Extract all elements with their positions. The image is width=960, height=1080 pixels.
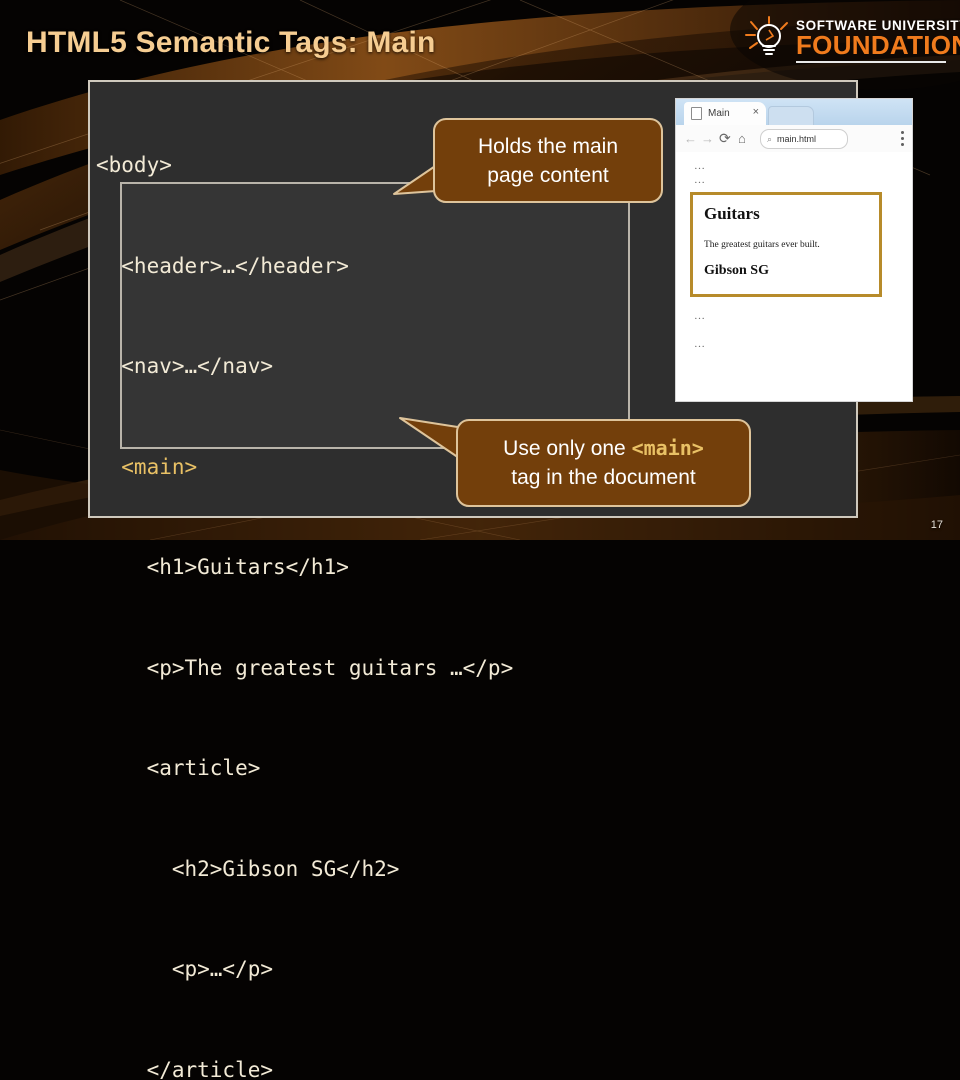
code-line: <h1>Guitars</h1> <box>96 551 856 585</box>
home-icon[interactable]: ⌂ <box>738 131 746 146</box>
code-line: <p>…</p> <box>96 953 856 987</box>
browser-tab-strip: Main × <box>676 99 912 125</box>
document-icon <box>691 107 702 120</box>
browser-window-mockup: Main × ← → ⟳ ⌂ ⌕ main.html … … Guitars T… <box>676 99 912 401</box>
browser-toolbar: ← → ⟳ ⌂ ⌕ main.html <box>676 125 912 153</box>
callout-main-purpose-line1: Holds the main <box>478 135 618 158</box>
callout-main-purpose-line2: page content <box>487 164 608 187</box>
browser-viewport: … … Guitars The greatest guitars ever bu… <box>676 152 912 401</box>
callout-main-purpose: Holds the main page content <box>433 118 663 203</box>
rendered-paragraph: The greatest guitars ever built. <box>704 240 820 250</box>
callout-main-single-code: <main> <box>632 436 704 460</box>
browser-new-tab[interactable] <box>768 106 814 125</box>
callout-main-single-line2: tag in the document <box>511 466 695 489</box>
code-line: <h2>Gibson SG</h2> <box>96 853 856 887</box>
placeholder-dots: … <box>694 174 706 186</box>
address-bar-value: main.html <box>777 134 816 144</box>
browser-tab-main[interactable]: Main × <box>684 102 766 125</box>
three-dot-menu-icon[interactable] <box>901 131 904 146</box>
code-line: <p>The greatest guitars …</p> <box>96 652 856 686</box>
lightbulb-icon <box>744 16 794 64</box>
page-title: HTML5 Semantic Tags: Main <box>26 26 436 60</box>
address-bar[interactable]: ⌕ main.html <box>760 129 848 149</box>
code-line: <article> <box>96 752 856 786</box>
logo-rule <box>796 61 946 63</box>
placeholder-dots: … <box>694 160 706 172</box>
rendered-h1: Guitars <box>704 204 760 224</box>
browser-tab-label: Main <box>708 108 730 119</box>
rendered-main-region: Guitars The greatest guitars ever built.… <box>690 192 882 297</box>
placeholder-dots: … <box>694 338 706 350</box>
rendered-h2: Gibson SG <box>704 263 769 279</box>
logo: SOFTWARE UNIVERSITY FOUNDATION <box>736 8 952 70</box>
callout-main-single-line1-prefix: Use only one <box>503 437 631 460</box>
placeholder-dots: … <box>694 310 706 322</box>
search-icon: ⌕ <box>767 134 772 145</box>
forward-icon[interactable]: → <box>701 131 714 146</box>
callout-main-single: Use only one <main> tag in the document <box>456 419 751 507</box>
back-icon[interactable]: ← <box>684 131 697 146</box>
code-line: </article> <box>96 1054 856 1080</box>
reload-icon[interactable]: ⟳ <box>719 131 731 146</box>
logo-line2: FOUNDATION <box>796 32 960 58</box>
page-number: 17 <box>931 519 943 531</box>
close-icon[interactable]: × <box>753 107 759 118</box>
